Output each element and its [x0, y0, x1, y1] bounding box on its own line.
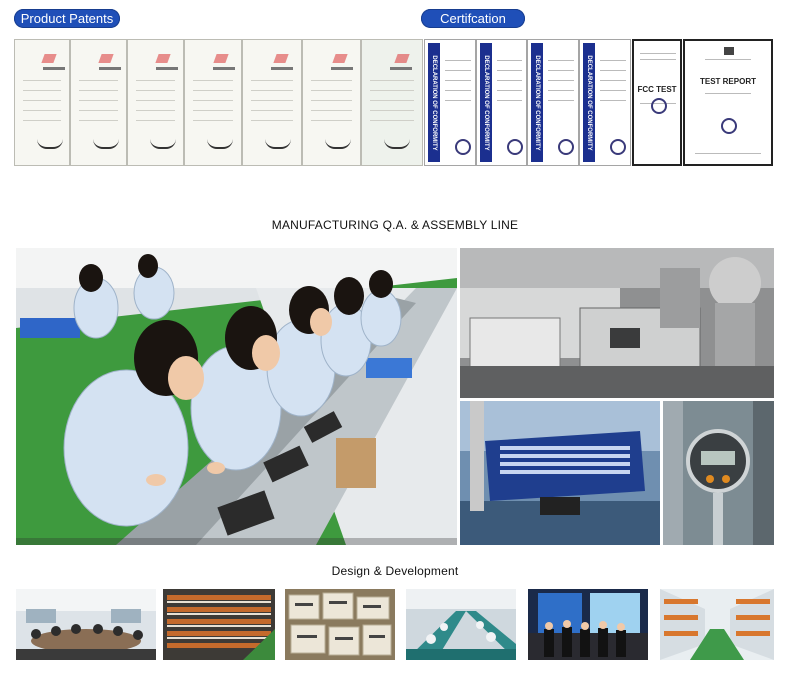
declaration-text: DECLARATION OF CONFORMITY [586, 54, 592, 151]
patent-certificate [70, 39, 127, 166]
exhibition-booth-photo [528, 589, 648, 660]
design-heading: Design & Development [331, 564, 459, 578]
patent-certificate [127, 39, 184, 166]
product-patents-label: Product Patents [14, 9, 120, 28]
aging-test-rack-photo [163, 589, 275, 660]
declaration-certificate: DECLARATION OF CONFORMITY [579, 39, 631, 166]
assembly-line-photo [16, 248, 457, 545]
fcc-title: FCC TEST [637, 85, 677, 94]
patent-certificate [302, 39, 361, 166]
test-report-certificate: TEST REPORT [683, 39, 773, 166]
warehouse-shelves-photo [660, 589, 774, 660]
meeting-room-photo [16, 589, 156, 660]
inspection-laptop-photo [460, 401, 660, 545]
certification-label: Certifcation [421, 9, 525, 28]
declaration-text: DECLARATION OF CONFORMITY [534, 54, 540, 151]
manufacturing-heading: MANUFACTURING Q.A. & ASSEMBLY LINE [271, 218, 519, 232]
patent-certificate [361, 39, 423, 166]
declaration-text: DECLARATION OF CONFORMITY [483, 54, 489, 151]
test-report-title: TEST REPORT [699, 77, 756, 86]
patent-certificate [184, 39, 242, 166]
patent-certificate [242, 39, 302, 166]
injection-machine-photo [460, 248, 774, 398]
patent-certificate [14, 39, 70, 166]
sample-bags-photo [285, 589, 395, 660]
fcc-certificate: FCC TEST [632, 39, 682, 166]
declaration-certificate: DECLARATION OF CONFORMITY [424, 39, 476, 166]
declaration-certificate: DECLARATION OF CONFORMITY [527, 39, 579, 166]
production-floor-photo [406, 589, 516, 660]
gauge-measurement-photo [663, 401, 774, 545]
declaration-text: DECLARATION OF CONFORMITY [431, 54, 437, 151]
declaration-certificate: DECLARATION OF CONFORMITY [476, 39, 527, 166]
